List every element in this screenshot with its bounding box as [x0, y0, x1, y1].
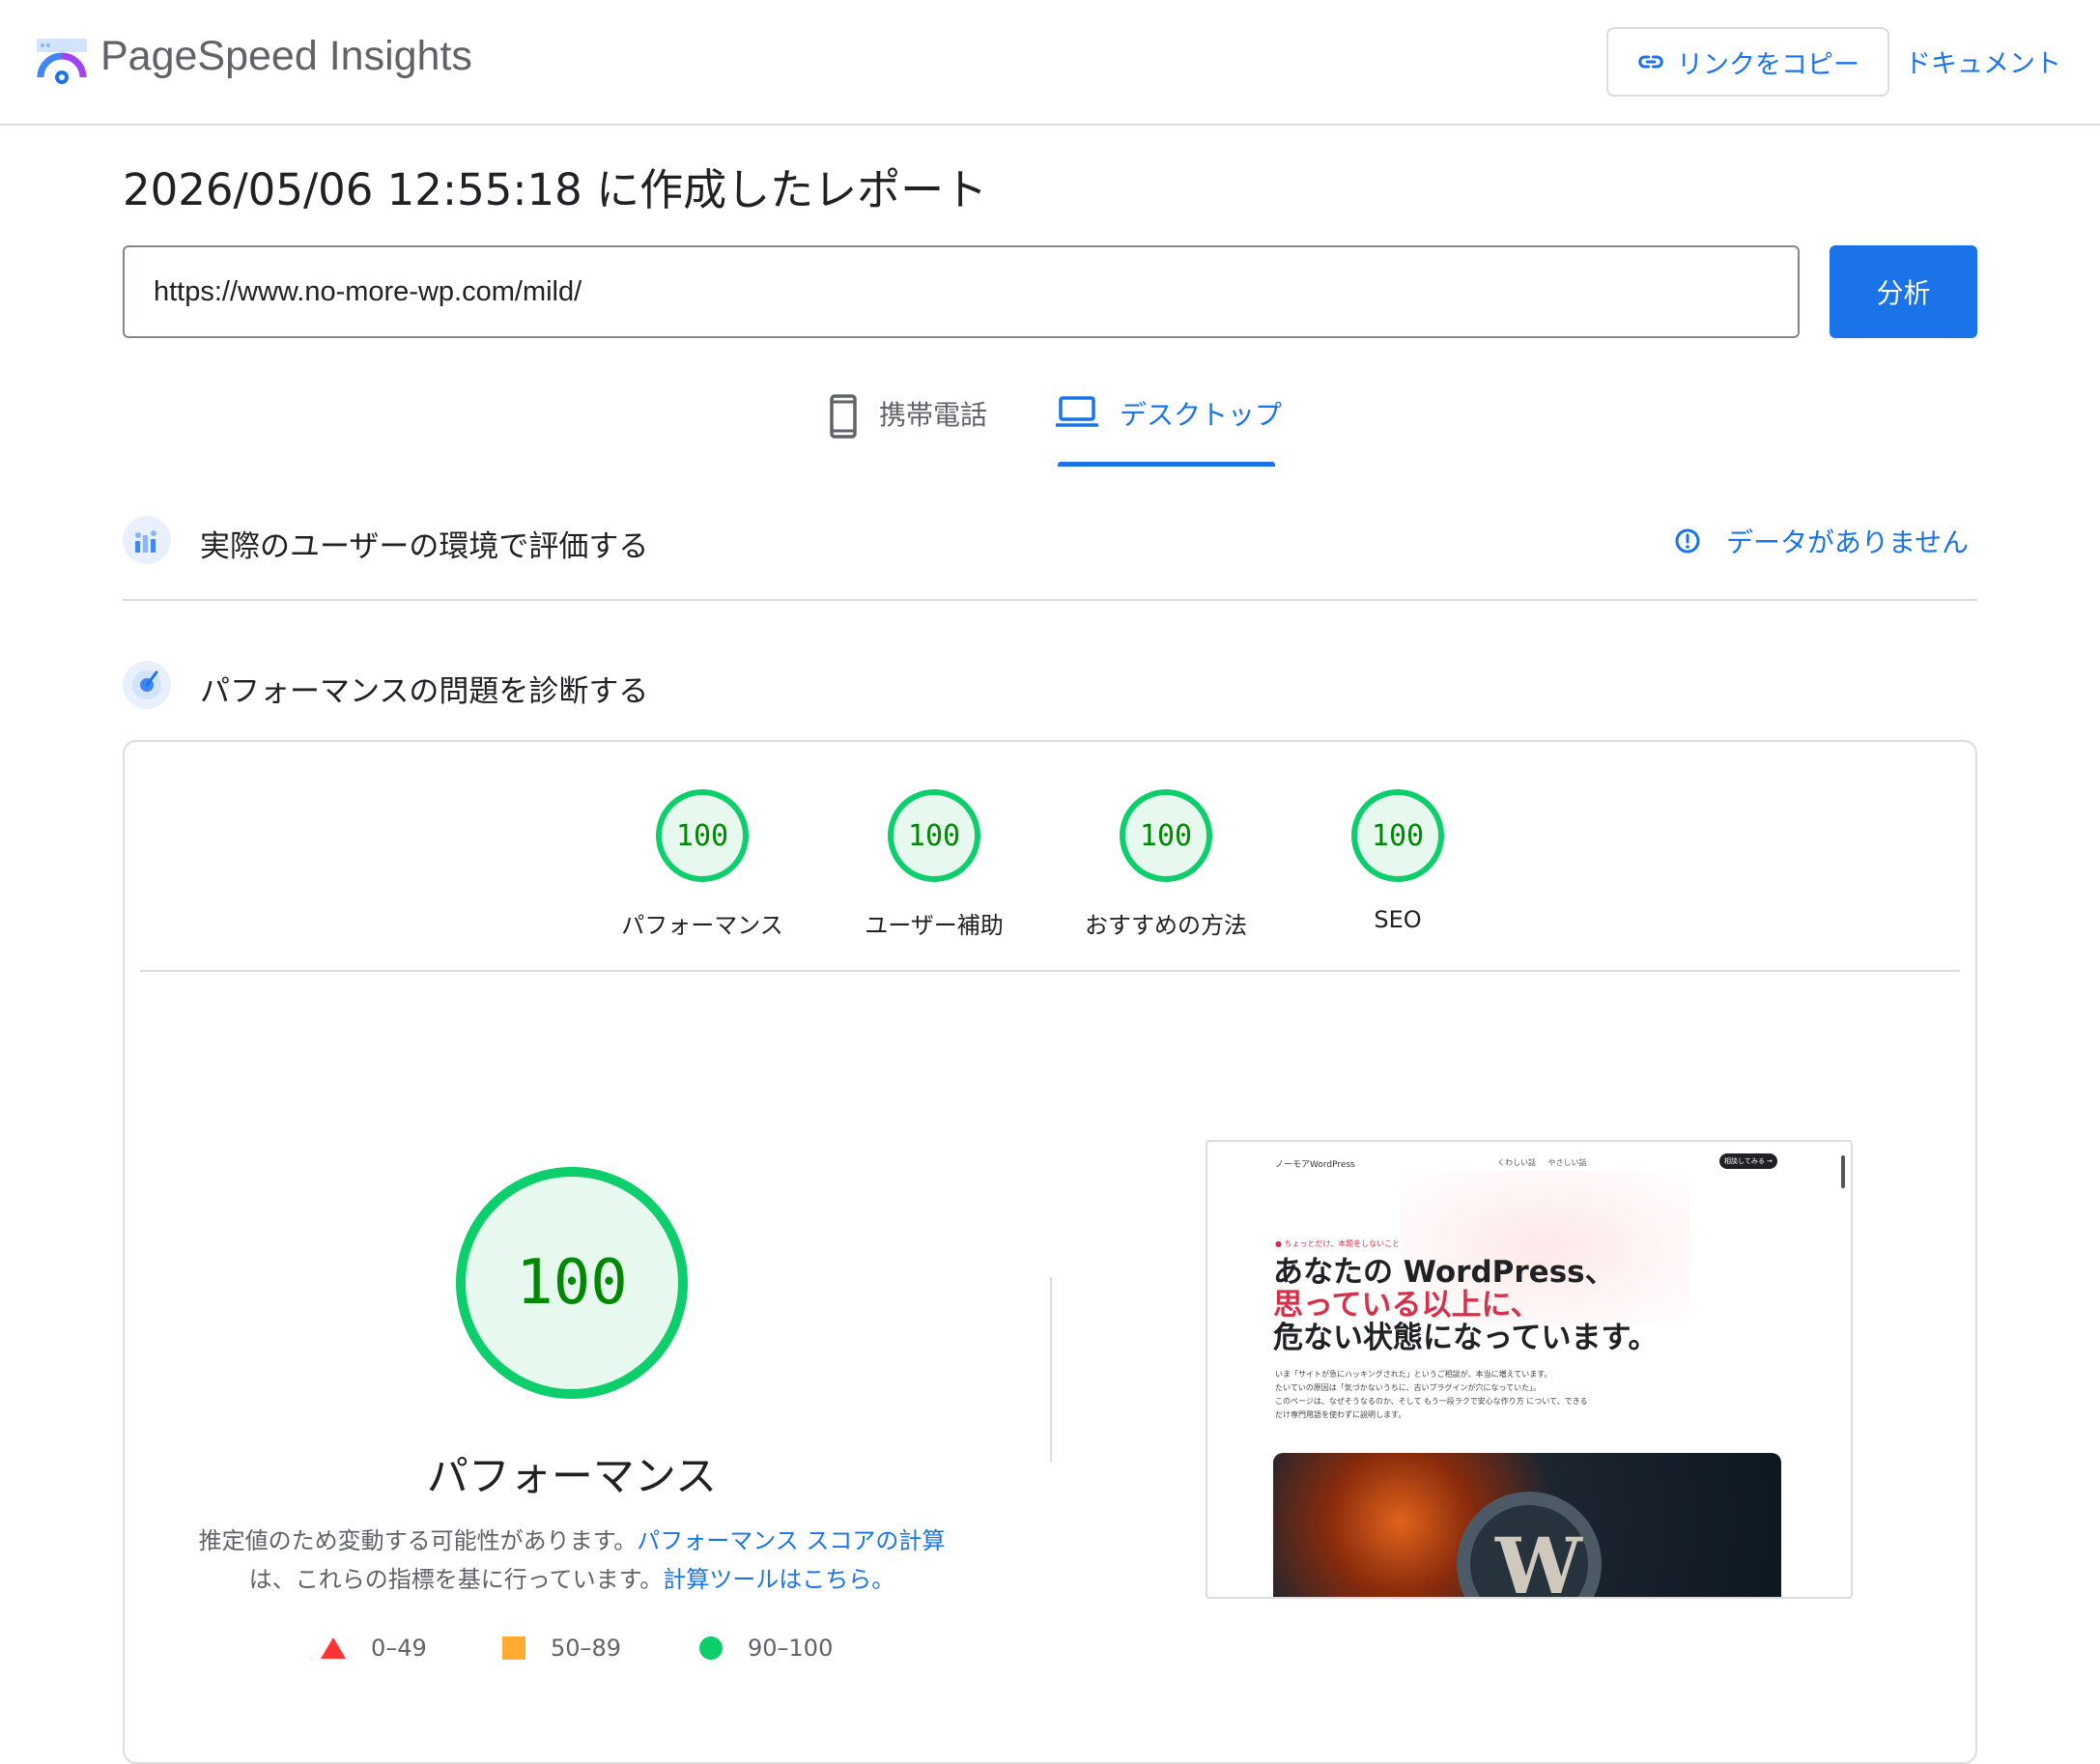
legend-item-pass: 90–100: [699, 1635, 833, 1662]
tab-mobile-label: 携帯電話: [879, 399, 988, 431]
legend-item-average: 50–89: [502, 1635, 621, 1662]
tab-desktop-label: デスクトップ: [1120, 399, 1283, 431]
documentation-link[interactable]: ドキュメント: [1905, 43, 2061, 80]
card-divider: [140, 970, 1960, 972]
top-bar: PageSpeed Insights リンクをコピー ドキュメント: [0, 0, 2100, 126]
screenshot-body-line: たいていの原因は「気づかないうちに、古いプラグインが穴になっていた」。: [1275, 1383, 1542, 1392]
screenshot-body-line: いま「サイトが急にハッキングされた」というご相談が、本当に増えています。: [1275, 1370, 1552, 1379]
legend-item-fail: 0–49: [321, 1635, 427, 1662]
performance-desc-text-2: は、これらの指標を基に行っています。: [248, 1566, 664, 1593]
score-label-performance: パフォーマンス: [621, 912, 783, 939]
performance-desc-text-1: 推定値のため変動する可能性があります。: [198, 1527, 638, 1554]
calculator-link[interactable]: 計算ツールはこちら。: [663, 1566, 894, 1593]
hero-image-glyph: W: [1495, 1521, 1582, 1599]
tab-desktop[interactable]: デスクトップ: [1056, 394, 1282, 462]
field-data-title: 実際のユーザーの環境で評価する: [200, 529, 649, 564]
screenshot-cta-button: 相談してみる →: [1719, 1153, 1777, 1169]
app-title[interactable]: PageSpeed Insights: [100, 33, 472, 80]
score-label-best-practices: おすすめの方法: [1085, 912, 1247, 939]
performance-title: パフォーマンス: [426, 1453, 718, 1501]
page-screenshot: ノーモアWordPress くわしい話 やさしい話 相談してみる → ● ちょっ…: [1206, 1140, 1853, 1599]
screenshot-body-text: いま「サイトが急にハッキングされた」というご相談が、本当に増えています。 たいて…: [1275, 1368, 1587, 1422]
tab-mobile[interactable]: 携帯電話: [829, 394, 987, 462]
no-data-status[interactable]: データがありません: [1674, 522, 1969, 560]
legend-range-pass: 90–100: [748, 1635, 834, 1662]
vertical-separator: [1050, 1277, 1052, 1463]
screenshot-kicker: ● ちょっとだけ、本題をしないこと: [1275, 1239, 1401, 1248]
analyze-button[interactable]: 分析: [1830, 245, 1977, 338]
pagespeed-logo-icon[interactable]: [35, 35, 89, 89]
screenshot-headline-line-2: 思っている以上に、: [1273, 1288, 1541, 1323]
laptop-icon: [1056, 396, 1098, 427]
url-input[interactable]: [123, 245, 1800, 338]
legend-range-fail: 0–49: [371, 1635, 427, 1662]
diagnose-icon: [123, 661, 171, 709]
performance-description: 推定値のため変動する可能性があります。パフォーマンス スコアの計算 は、これらの…: [145, 1522, 999, 1599]
red-triangle-icon: [321, 1637, 346, 1659]
screenshot-scrollbar: [1841, 1155, 1845, 1188]
orange-square-icon: [502, 1636, 525, 1660]
screenshot-site-name: ノーモアWordPress: [1275, 1160, 1355, 1170]
section-divider: [123, 599, 1977, 601]
screenshot-nav-links: くわしい話 やさしい話: [1497, 1158, 1587, 1167]
screenshot-headline-line-1: あなたの WordPress、: [1273, 1255, 1615, 1290]
score-gauge-accessibility[interactable]: 100: [888, 789, 980, 882]
field-data-icon: [123, 516, 171, 564]
score-gauge-seo[interactable]: 100: [1351, 789, 1444, 882]
copy-link-label: リンクをコピー: [1677, 49, 1859, 80]
smartphone-icon: [830, 394, 857, 439]
copy-link-button[interactable]: リンクをコピー: [1606, 27, 1889, 97]
legend-range-average: 50–89: [551, 1635, 622, 1662]
green-circle-icon: [699, 1636, 723, 1660]
link-icon: [1638, 55, 1663, 69]
score-gauge-best-practices[interactable]: 100: [1120, 789, 1212, 882]
no-data-label: データがありません: [1726, 526, 1970, 558]
score-calculation-link[interactable]: パフォーマンス スコアの計算: [637, 1527, 945, 1554]
performance-score-gauge: 100: [456, 1167, 688, 1399]
screenshot-body-line: だけ専門用語を使わずに説明します。: [1275, 1410, 1406, 1419]
screenshot-body-line: このページは、なぜそうなるのか、そして もう一段ラクで安心な作り方 について、で…: [1275, 1397, 1588, 1406]
tab-selected-indicator: [1058, 462, 1275, 467]
diagnostics-title: パフォーマンスの問題を診断する: [200, 674, 649, 709]
info-icon: [1675, 528, 1700, 554]
score-label-seo: SEO: [1374, 906, 1422, 933]
score-label-accessibility: ユーザー補助: [865, 912, 1004, 939]
report-title: 2026/05/06 12:55:18 に作成したレポート: [123, 164, 988, 215]
score-gauge-performance[interactable]: 100: [656, 789, 749, 882]
screenshot-hero-image: W: [1273, 1453, 1781, 1599]
screenshot-headline-line-3: 危ない状態になっています。: [1273, 1321, 1659, 1355]
screenshot-headline: あなたの WordPress、 思っている以上に、 危ない状態になっています。: [1273, 1256, 1658, 1354]
